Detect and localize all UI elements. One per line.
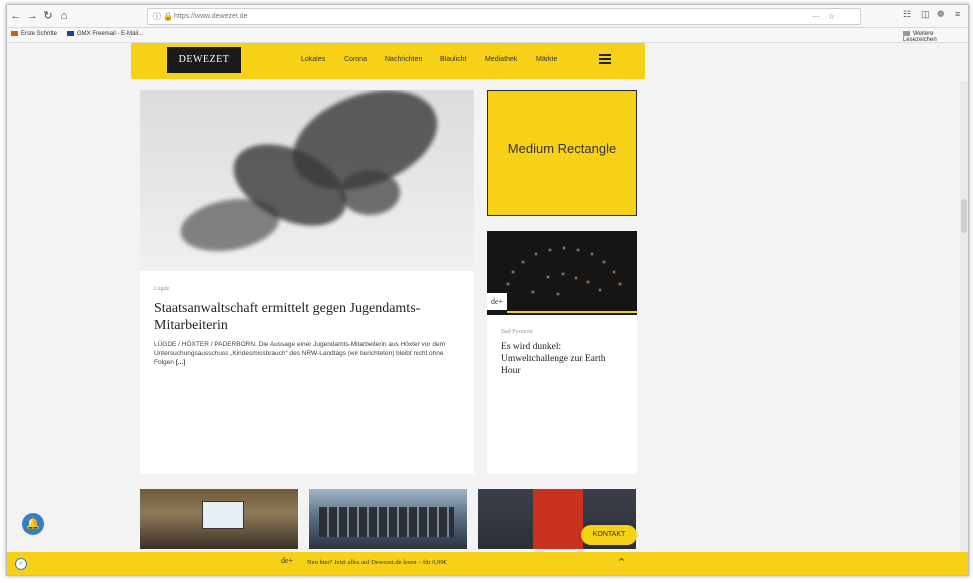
page-actions-icon[interactable]: ··· xyxy=(812,9,820,24)
bookmark-star-icon[interactable]: ☆ xyxy=(828,9,835,24)
url-text: https://www.dewezet.de xyxy=(174,13,248,20)
folder-icon xyxy=(903,31,910,36)
menu-icon[interactable]: ≡ xyxy=(955,9,960,19)
sidebar-icon[interactable]: ◫ xyxy=(921,9,930,20)
read-more-link[interactable]: [...] xyxy=(176,359,186,366)
side-article-card[interactable]: de+ Bad Pyrmont Es wird dunkel: Umweltch… xyxy=(487,231,637,474)
main-article-card[interactable]: Lügde Staatsanwaltschaft ermittelt gegen… xyxy=(140,90,474,474)
nav-mediathek[interactable]: Mediathek xyxy=(485,56,517,63)
plus-logo: de+ xyxy=(281,556,294,565)
article-image[interactable] xyxy=(140,90,474,271)
info-icon[interactable]: ⓘ xyxy=(153,9,161,24)
browser-window: ← → ↻ ⌂ ⓘ 🔒 https://www.dewezet.de ··· ☆… xyxy=(6,4,969,576)
gmx-icon xyxy=(67,31,74,36)
site-logo[interactable]: DEWEZET xyxy=(167,47,241,73)
nav-lokales[interactable]: Lokales xyxy=(301,56,325,63)
other-bookmarks[interactable]: Weitere Lesezeichen xyxy=(903,31,968,43)
status-check-icon: ✓ xyxy=(15,558,27,570)
bookmark-label: GMX Freemail - E-Mail... xyxy=(77,31,144,38)
side-article-headline[interactable]: Es wird dunkel: Umweltchallenge zur Eart… xyxy=(501,341,626,377)
reload-icon[interactable]: ↻ xyxy=(41,9,55,23)
page-scrollbar[interactable] xyxy=(960,81,968,552)
home-icon[interactable]: ⌂ xyxy=(57,9,71,23)
notification-bell-icon[interactable]: 🔔 xyxy=(22,513,44,535)
ad-medium-rectangle[interactable]: Medium Rectangle xyxy=(487,90,637,216)
chevron-up-icon[interactable]: ⌃ xyxy=(617,556,626,569)
ad-label: Medium Rectangle xyxy=(507,141,617,156)
article-teaser: LÜGDE / HÖXTER / PADERBORN. Die Aussage … xyxy=(154,340,464,367)
bookmarks-bar: Erste Schritte GMX Freemail - E-Mail... … xyxy=(7,28,968,43)
forward-icon[interactable]: → xyxy=(25,9,39,23)
article-kicker: Lügde xyxy=(154,286,170,292)
bookmark-erste-schritte[interactable]: Erste Schritte xyxy=(11,31,57,37)
subscription-bar[interactable]: ✓ de+ Neu hier? Jetzt alles auf Dewezet.… xyxy=(7,552,968,575)
bookmark-gmx[interactable]: GMX Freemail - E-Mail... xyxy=(67,31,143,37)
nav-blaulicht[interactable]: Blaulicht xyxy=(440,56,466,63)
side-article-image[interactable]: de+ xyxy=(487,231,637,315)
library-icon[interactable]: ☷ xyxy=(903,9,911,20)
nav-corona[interactable]: Corona xyxy=(344,56,367,63)
site-header: DEWEZET Lokales Corona Nachrichten Blaul… xyxy=(131,43,645,79)
hamburger-menu-icon[interactable] xyxy=(599,54,611,64)
bookmark-label: Erste Schritte xyxy=(21,31,58,38)
side-article-kicker: Bad Pyrmont xyxy=(501,329,533,335)
web-page: DEWEZET Lokales Corona Nachrichten Blaul… xyxy=(7,43,968,575)
back-icon[interactable]: ← xyxy=(9,9,23,23)
url-bar[interactable]: ⓘ 🔒 https://www.dewezet.de ··· ☆ xyxy=(147,8,861,25)
teaser-thumbnail[interactable] xyxy=(309,489,467,549)
extension-icon[interactable]: ❁ xyxy=(937,9,945,20)
plus-badge-icon: de+ xyxy=(487,293,507,310)
nav-maerkte[interactable]: Märkte xyxy=(536,56,557,63)
firefox-icon xyxy=(11,31,18,36)
nav-nachrichten[interactable]: Nachrichten xyxy=(385,56,422,63)
browser-toolbar: ← → ↻ ⌂ ⓘ 🔒 https://www.dewezet.de ··· ☆… xyxy=(7,5,968,28)
teaser-thumbnail[interactable] xyxy=(140,489,298,549)
kontakt-button[interactable]: KONTAKT xyxy=(581,525,637,545)
article-headline[interactable]: Staatsanwaltschaft ermittelt gegen Jugen… xyxy=(154,300,454,334)
teaser-text: LÜGDE / HÖXTER / PADERBORN. Die Aussage … xyxy=(154,341,446,366)
lock-icon: 🔒 xyxy=(163,12,173,21)
promo-text[interactable]: Neu hier? Jetzt alles auf Dewezet.de les… xyxy=(307,559,447,566)
scrollbar-thumb[interactable] xyxy=(961,199,967,233)
